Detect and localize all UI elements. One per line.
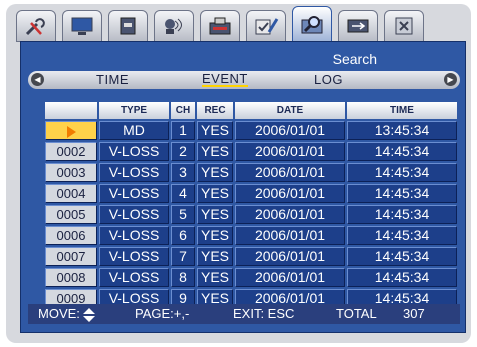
cell-type: V-LOSS [99,205,169,224]
cell-time: 14:45:34 [347,163,457,182]
cell-channel: 4 [171,184,195,203]
cell-type: V-LOSS [99,268,169,287]
tab-close[interactable] [384,10,424,42]
tools-icon [25,18,45,36]
cell-date: 2006/01/01 [235,226,345,245]
row-number: 0003 [45,163,97,182]
table-row[interactable]: 0005 V-LOSS 5 YES 2006/01/01 14:45:34 [45,205,457,224]
cell-date: 2006/01/01 [235,205,345,224]
tab-record[interactable] [200,10,240,42]
cell-channel: 1 [171,121,195,140]
cell-channel: 5 [171,205,195,224]
tab-settings[interactable] [246,10,286,42]
storage-icon [120,17,136,35]
selection-arrow-icon [66,125,76,138]
cell-time: 14:45:34 [347,205,457,224]
row-number: 0002 [45,142,97,161]
subnav-item-event[interactable]: EVENT [202,72,248,87]
event-table: TYPE CH REC DATE TIME MD 1 YES 2006/01/01 13… [43,100,459,310]
table-row[interactable]: 0007 V-LOSS 7 YES 2006/01/01 14:45:34 [45,247,457,266]
table-row[interactable]: 0003 V-LOSS 3 YES 2006/01/01 14:45:34 [45,163,457,182]
up-down-arrow-icon [82,307,95,322]
page-title: Search [332,51,377,67]
cell-date: 2006/01/01 [235,142,345,161]
tab-camera[interactable] [154,10,194,42]
total-label: TOTAL [336,306,377,321]
row-number: 0008 [45,268,97,287]
cell-date: 2006/01/01 [235,163,345,182]
table-row[interactable]: 0008 V-LOSS 8 YES 2006/01/01 14:45:34 [45,268,457,287]
cell-time: 14:45:34 [347,247,457,266]
cell-time: 13:45:34 [347,121,457,140]
row-number: 0007 [45,247,97,266]
cell-date: 2006/01/01 [235,184,345,203]
cell-rec: YES [197,268,233,287]
tab-network[interactable] [338,10,378,42]
column-header-type: TYPE [99,102,169,119]
total-value: 307 [403,306,425,321]
table-row[interactable]: 0004 V-LOSS 4 YES 2006/01/01 14:45:34 [45,184,457,203]
cell-channel: 2 [171,142,195,161]
settings-icon [255,18,279,35]
left-arrow-icon[interactable]: ◀ [31,73,44,86]
cell-type: V-LOSS [99,247,169,266]
cell-rec: YES [197,121,233,140]
footer-bar: MOVE: PAGE:+,- EXIT: ESC TOTAL 307 [28,304,460,324]
cell-rec: YES [197,142,233,161]
cell-channel: 3 [171,163,195,182]
search-icon [301,16,323,34]
subnav-item-log[interactable]: LOG [314,72,343,87]
cell-type: V-LOSS [99,163,169,182]
cell-channel: 6 [171,226,195,245]
cell-time: 14:45:34 [347,226,457,245]
table-header-row: TYPE CH REC DATE TIME [45,102,457,119]
network-icon [347,19,369,33]
row-number: 0004 [45,184,97,203]
page-hint: PAGE:+,- [135,306,190,321]
cell-date: 2006/01/01 [235,121,345,140]
right-arrow-icon[interactable]: ▶ [444,73,457,86]
row-number: 0005 [45,205,97,224]
column-header-date: DATE [235,102,345,119]
cell-channel: 7 [171,247,195,266]
monitor-icon [71,17,93,35]
row-number: 0006 [45,226,97,245]
cell-channel: 8 [171,268,195,287]
move-hint: MOVE: [38,306,95,322]
column-header-rec: REC [197,102,233,119]
row-number [45,121,97,140]
exit-hint: EXIT: ESC [233,306,295,321]
cell-type: MD [99,121,169,140]
cell-date: 2006/01/01 [235,268,345,287]
tab-display[interactable] [62,10,102,42]
column-header-number [45,102,97,119]
table-row[interactable]: MD 1 YES 2006/01/01 13:45:34 [45,121,457,140]
subnav-item-time[interactable]: TIME [96,72,129,87]
cell-rec: YES [197,226,233,245]
column-header-ch: CH [171,102,195,119]
tab-search[interactable] [292,6,332,44]
tab-bar [16,6,464,44]
close-icon [395,17,413,35]
cell-rec: YES [197,205,233,224]
table-row[interactable]: 0002 V-LOSS 2 YES 2006/01/01 14:45:34 [45,142,457,161]
cell-time: 14:45:34 [347,184,457,203]
table-row[interactable]: 0006 V-LOSS 6 YES 2006/01/01 14:45:34 [45,226,457,245]
cell-rec: YES [197,163,233,182]
cell-date: 2006/01/01 [235,247,345,266]
cell-type: V-LOSS [99,142,169,161]
sub-navigation: ◀ TIME EVENT LOG ▶ [28,71,460,89]
cell-type: V-LOSS [99,226,169,245]
camera-icon [165,18,182,34]
tab-tools[interactable] [16,10,56,42]
move-label: MOVE: [38,306,80,321]
cell-time: 14:45:34 [347,142,457,161]
cell-rec: YES [197,184,233,203]
cell-type: V-LOSS [99,184,169,203]
tab-storage[interactable] [108,10,148,42]
record-icon [209,17,231,35]
column-header-time: TIME [347,102,457,119]
cell-time: 14:45:34 [347,268,457,287]
cell-rec: YES [197,247,233,266]
